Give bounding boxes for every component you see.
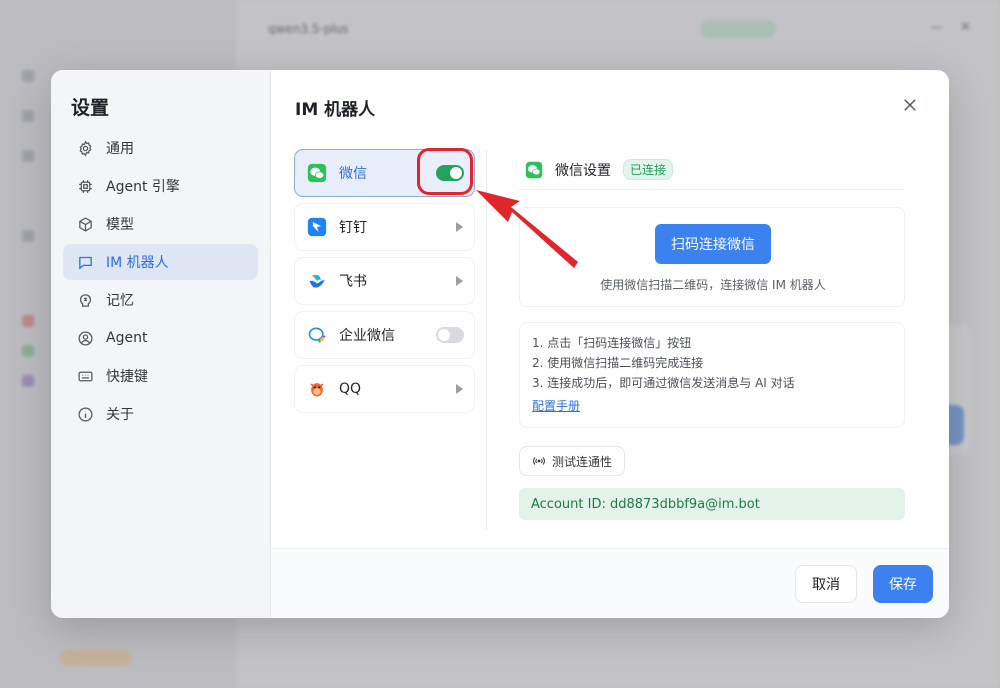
- nav-item-general[interactable]: 通用: [63, 130, 258, 166]
- qr-connect-box: 扫码连接微信 使用微信扫描二维码，连接微信 IM 机器人: [519, 207, 905, 307]
- bot-label: 企业微信: [339, 328, 395, 344]
- nav-item-agent[interactable]: Agent: [63, 320, 258, 356]
- steps-box: 1. 点击「扫码连接微信」按钮 2. 使用微信扫描二维码完成连接 3. 连接成功…: [519, 322, 905, 428]
- bot-item-feishu[interactable]: 飞书: [295, 258, 474, 304]
- account-id: Account ID: dd8873dbbf9a@im.bot: [519, 488, 905, 520]
- nav-item-label: 通用: [106, 141, 134, 157]
- user-circle-icon: [78, 330, 93, 346]
- bot-item-qq[interactable]: QQ: [295, 366, 474, 412]
- bot-label: 钉钉: [339, 220, 367, 236]
- settings-nav: 设置 通用 Agent 引擎 模型 IM 机器人 记忆 Agent 快捷键 关于: [51, 70, 271, 618]
- wechat-icon: [525, 161, 543, 178]
- status-badge: 已连接: [623, 159, 674, 180]
- info-icon: [78, 406, 93, 422]
- wechat-icon: [307, 163, 327, 183]
- nav-item-label: 模型: [106, 217, 134, 233]
- brain-icon: [79, 293, 92, 307]
- nav-item-im-bot[interactable]: IM 机器人: [63, 244, 258, 280]
- nav-item-label: Agent 引擎: [106, 179, 180, 195]
- bot-item-dingtalk[interactable]: 钉钉: [295, 204, 474, 250]
- config-manual-link[interactable]: 配置手册: [532, 397, 580, 414]
- feishu-icon: [307, 271, 327, 291]
- nav-item-shortcuts[interactable]: 快捷键: [63, 358, 258, 394]
- qq-icon: [307, 379, 327, 399]
- chat-bubble-icon: [79, 256, 92, 269]
- step-text: 2. 使用微信扫描二维码完成连接: [532, 356, 704, 370]
- bot-label: 飞书: [339, 274, 367, 290]
- annotation-highlight-ring: [417, 148, 473, 195]
- detail-title: 微信设置: [555, 162, 611, 179]
- nav-item-memory[interactable]: 记忆: [63, 282, 258, 318]
- nav-item-model[interactable]: 模型: [63, 206, 258, 242]
- cube-icon: [79, 216, 92, 232]
- wecom-icon: [307, 325, 327, 345]
- divider: [486, 150, 487, 530]
- bot-item-wecom[interactable]: 企业微信: [295, 312, 474, 358]
- modal-footer: 取消 保存: [271, 548, 949, 618]
- cancel-button[interactable]: 取消: [795, 565, 857, 603]
- wecom-toggle[interactable]: [436, 327, 464, 343]
- keyboard-icon: [78, 371, 93, 381]
- save-button[interactable]: 保存: [873, 565, 933, 603]
- nav-item-about[interactable]: 关于: [63, 396, 258, 432]
- settings-title: 设置: [71, 97, 110, 119]
- test-button-label: 测试连通性: [551, 454, 612, 469]
- settings-modal: 设置 通用 Agent 引擎 模型 IM 机器人 记忆 Agent 快捷键 关于…: [51, 70, 949, 618]
- detail-header: 微信设置 已连接: [519, 150, 905, 190]
- chevron-right-icon[interactable]: [456, 222, 463, 232]
- nav-item-agent-engine[interactable]: Agent 引擎: [63, 168, 258, 204]
- dingtalk-icon: [307, 217, 327, 237]
- step-text: 1. 点击「扫码连接微信」按钮: [532, 336, 692, 350]
- step-text: 3. 连接成功后，即可通过微信发送消息与 AI 对话: [532, 376, 795, 390]
- signal-icon: [533, 457, 545, 465]
- close-icon[interactable]: [901, 96, 919, 114]
- chevron-right-icon[interactable]: [456, 384, 463, 394]
- nav-item-label: 记忆: [106, 293, 134, 309]
- bot-label: QQ: [339, 381, 362, 397]
- chevron-right-icon[interactable]: [456, 276, 463, 286]
- nav-item-label: 关于: [106, 407, 134, 423]
- nav-item-label: Agent: [106, 330, 148, 346]
- gear-icon: [79, 139, 92, 157]
- chip-icon: [79, 179, 92, 193]
- nav-item-label: 快捷键: [106, 369, 148, 385]
- content-title: IM 机器人: [295, 100, 376, 120]
- nav-item-label: IM 机器人: [106, 255, 169, 271]
- test-connectivity-button[interactable]: 测试连通性: [519, 446, 625, 476]
- scan-connect-button[interactable]: 扫码连接微信: [655, 224, 771, 264]
- qr-hint-text: 使用微信扫描二维码，连接微信 IM 机器人: [600, 278, 826, 292]
